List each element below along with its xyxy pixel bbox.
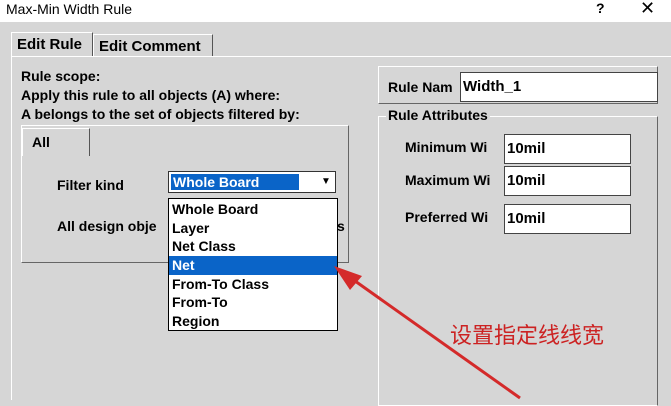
- annotation-text: 设置指定线线宽: [450, 324, 605, 349]
